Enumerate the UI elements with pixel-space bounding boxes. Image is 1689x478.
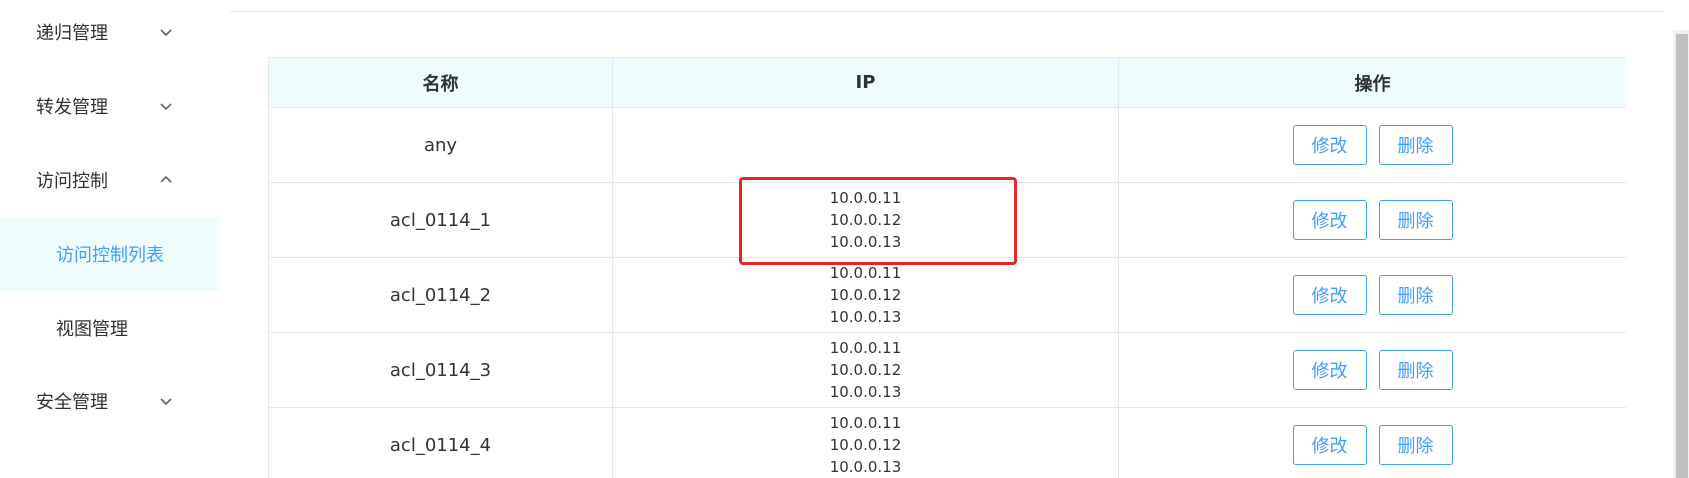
sidebar-item-view-management-label: 视图管理 (56, 319, 128, 340)
column-header-name: 名称 (268, 57, 613, 108)
row-ip-list: 10.0.0.11 10.0.0.12 10.0.0.13 (612, 182, 1119, 258)
sidebar-item-acl-list-label: 访问控制列表 (56, 245, 164, 266)
table-row: acl_0114_2 10.0.0.11 10.0.0.12 10.0.0.13… (268, 257, 1626, 333)
menu-access-control[interactable]: 访问控制 (0, 160, 218, 200)
row-actions: 修改 删除 (1118, 407, 1626, 478)
row-actions: 修改 删除 (1118, 107, 1626, 183)
row-name: acl_0114_1 (268, 182, 613, 258)
sidebar-item-view-management[interactable]: 视图管理 (0, 291, 218, 365)
row-name: acl_0114_2 (268, 257, 613, 333)
chevron-down-icon (158, 393, 174, 409)
sidebar: 递归管理 转发管理 访问控制 访问控制列表 视图管理 安全管理 (0, 0, 218, 478)
edit-button[interactable]: 修改 (1292, 275, 1367, 315)
table-header-row: 名称 IP 操作 (268, 57, 1626, 108)
table-row: acl_0114_4 10.0.0.11 10.0.0.12 10.0.0.13… (268, 407, 1626, 478)
delete-button[interactable]: 删除 (1378, 125, 1453, 165)
ip-address: 10.0.0.13 (829, 233, 902, 251)
ip-address: 10.0.0.12 (829, 286, 902, 304)
menu-recursion-label: 递归管理 (36, 23, 108, 44)
ip-address: 10.0.0.13 (829, 383, 902, 401)
row-actions: 修改 删除 (1118, 257, 1626, 333)
ip-address: 10.0.0.12 (829, 211, 902, 229)
edit-button[interactable]: 修改 (1292, 200, 1367, 240)
delete-button[interactable]: 删除 (1378, 200, 1453, 240)
chevron-down-icon (158, 24, 174, 40)
sidebar-item-acl-list[interactable]: 访问控制列表 (0, 217, 218, 291)
row-name: acl_0114_3 (268, 332, 613, 408)
ip-address: 10.0.0.13 (829, 308, 902, 326)
table-row: any 修改 删除 (268, 107, 1626, 183)
ip-address: 10.0.0.11 (829, 339, 902, 357)
menu-forwarding[interactable]: 转发管理 (0, 86, 218, 126)
row-name: any (268, 107, 613, 183)
row-actions: 修改 删除 (1118, 332, 1626, 408)
chevron-up-icon (158, 172, 174, 188)
row-actions: 修改 删除 (1118, 182, 1626, 258)
edit-button[interactable]: 修改 (1292, 425, 1367, 465)
table-row: acl_0114_1 10.0.0.11 10.0.0.12 10.0.0.13… (268, 182, 1626, 258)
menu-security-label: 安全管理 (36, 392, 108, 413)
chevron-down-icon (158, 98, 174, 114)
header-divider (230, 11, 1664, 12)
menu-forwarding-label: 转发管理 (36, 97, 108, 118)
row-ip-list (612, 107, 1119, 183)
edit-button[interactable]: 修改 (1292, 125, 1367, 165)
row-ip-list: 10.0.0.11 10.0.0.12 10.0.0.13 (612, 407, 1119, 478)
row-ip-list: 10.0.0.11 10.0.0.12 10.0.0.13 (612, 332, 1119, 408)
edit-button[interactable]: 修改 (1292, 350, 1367, 390)
ip-address: 10.0.0.11 (829, 414, 902, 432)
column-header-actions: 操作 (1118, 57, 1626, 108)
ip-address: 10.0.0.13 (829, 458, 902, 476)
delete-button[interactable]: 删除 (1378, 275, 1453, 315)
ip-address: 10.0.0.12 (829, 361, 902, 379)
menu-recursion[interactable]: 递归管理 (0, 12, 218, 52)
row-name: acl_0114_4 (268, 407, 613, 478)
table-row: acl_0114_3 10.0.0.11 10.0.0.12 10.0.0.13… (268, 332, 1626, 408)
row-ip-list: 10.0.0.11 10.0.0.12 10.0.0.13 (612, 257, 1119, 333)
scrollbar-thumb[interactable] (1676, 34, 1688, 478)
ip-address: 10.0.0.12 (829, 436, 902, 454)
delete-button[interactable]: 删除 (1378, 350, 1453, 390)
ip-address: 10.0.0.11 (829, 189, 902, 207)
delete-button[interactable]: 删除 (1378, 425, 1453, 465)
menu-access-control-label: 访问控制 (36, 171, 108, 192)
acl-table: 名称 IP 操作 any 修改 删除 acl_0114_1 10.0.0.11 … (268, 57, 1626, 478)
ip-address: 10.0.0.11 (829, 264, 902, 282)
menu-security[interactable]: 安全管理 (0, 381, 218, 421)
column-header-ip: IP (612, 57, 1119, 108)
